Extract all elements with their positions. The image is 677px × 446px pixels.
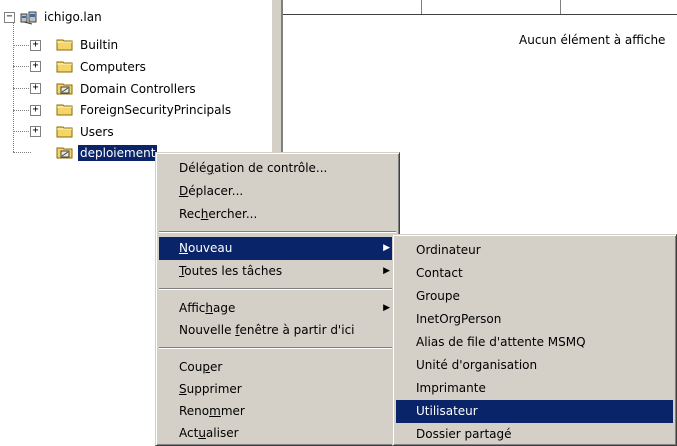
folder-icon: [56, 103, 74, 116]
empty-list-message: Aucun élément à affiche: [519, 33, 666, 47]
menu-item-renommer[interactable]: Renommer: [159, 400, 396, 423]
tree-node-deploiement[interactable]: deploiement: [56, 143, 158, 162]
tree-node-label: Domain Controllers: [80, 81, 196, 96]
folder-icon: [56, 60, 74, 73]
menu-item-nouvelle-fenetre[interactable]: Nouvelle fenêtre à partir d'ici: [159, 319, 396, 342]
submenu-item-contact[interactable]: Contact: [396, 262, 673, 285]
submenu-item-alias-msmq[interactable]: Alias de file d'attente MSMQ: [396, 331, 673, 354]
tree-connector: [13, 45, 31, 46]
menu-item-nouveau[interactable]: Nouveau ▶: [159, 237, 396, 260]
tree-connector: [13, 66, 31, 67]
tree-connector: [13, 152, 31, 153]
submenu-item-ordinateur[interactable]: Ordinateur: [396, 239, 673, 262]
expand-toggle[interactable]: +: [30, 105, 41, 116]
expand-toggle[interactable]: +: [30, 61, 41, 72]
folder-icon: [56, 38, 74, 51]
submenu-item-dossier-partage[interactable]: Dossier partagé: [396, 423, 673, 446]
folder-icon: [56, 125, 74, 138]
expand-toggle[interactable]: +: [30, 83, 41, 94]
tree-connector: [13, 131, 31, 132]
tree-node-label: Builtin: [80, 37, 119, 52]
column-header[interactable]: [283, 0, 422, 14]
tree-connector: [13, 110, 31, 111]
tree-node-label: deploiement: [78, 144, 158, 161]
submenu-item-inetorgperson[interactable]: InetOrgPerson: [396, 308, 673, 331]
menu-item-deplacer[interactable]: Déplacer...: [159, 180, 396, 203]
expand-toggle[interactable]: +: [30, 40, 41, 51]
column-header[interactable]: [422, 0, 561, 14]
submenu-item-utilisateur[interactable]: Utilisateur: [396, 400, 673, 423]
submenu-arrow-icon: ▶: [383, 243, 390, 253]
tree-node-users[interactable]: Users: [56, 122, 116, 141]
menu-item-rechercher[interactable]: Rechercher...: [159, 203, 396, 226]
menu-separator: [159, 288, 396, 290]
submenu-item-unite-organisation[interactable]: Unité d'organisation: [396, 354, 673, 377]
domain-icon: [20, 10, 38, 25]
column-header-bar: [283, 0, 677, 15]
context-menu: Délégation de contrôle... Déplacer... Re…: [155, 152, 400, 446]
collapse-toggle[interactable]: −: [4, 12, 15, 23]
submenu-item-imprimante[interactable]: Imprimante: [396, 377, 673, 400]
tree-node-builtin[interactable]: Builtin: [56, 35, 120, 54]
menu-item-delegation[interactable]: Délégation de contrôle...: [159, 157, 396, 180]
menu-item-couper[interactable]: Couper: [159, 356, 396, 379]
submenu-arrow-icon: ▶: [383, 266, 390, 276]
tree-connector: [13, 22, 14, 152]
tree-node-foreign-security-principals[interactable]: ForeignSecurityPrincipals: [56, 100, 233, 119]
tree-connector: [13, 88, 31, 89]
ou-folder-icon: [56, 82, 74, 95]
submenu-item-groupe[interactable]: Groupe: [396, 285, 673, 308]
tree-node-label: Computers: [80, 59, 146, 74]
menu-item-actualiser[interactable]: Actualiser: [159, 422, 396, 445]
tree-node-label: ForeignSecurityPrincipals: [80, 102, 232, 117]
menu-item-supprimer[interactable]: Supprimer: [159, 378, 396, 401]
menu-item-affichage[interactable]: Affichage ▶: [159, 297, 396, 320]
menu-item-toutes-les-taches[interactable]: Toutes les tâches ▶: [159, 260, 396, 283]
submenu-arrow-icon: ▶: [383, 303, 390, 313]
tree-node-label: ichigo.lan: [44, 9, 102, 24]
expand-toggle[interactable]: +: [30, 126, 41, 137]
menu-separator: [159, 347, 396, 349]
tree-node-computers[interactable]: Computers: [56, 57, 148, 76]
menu-separator: [159, 231, 396, 233]
tree-node-root[interactable]: ichigo.lan: [20, 7, 104, 26]
submenu-nouveau: Ordinateur Contact Groupe InetOrgPerson …: [392, 234, 677, 446]
tree-node-label: Users: [80, 124, 114, 139]
tree-node-domain-controllers[interactable]: Domain Controllers: [56, 79, 198, 98]
ou-folder-icon: [56, 146, 74, 159]
